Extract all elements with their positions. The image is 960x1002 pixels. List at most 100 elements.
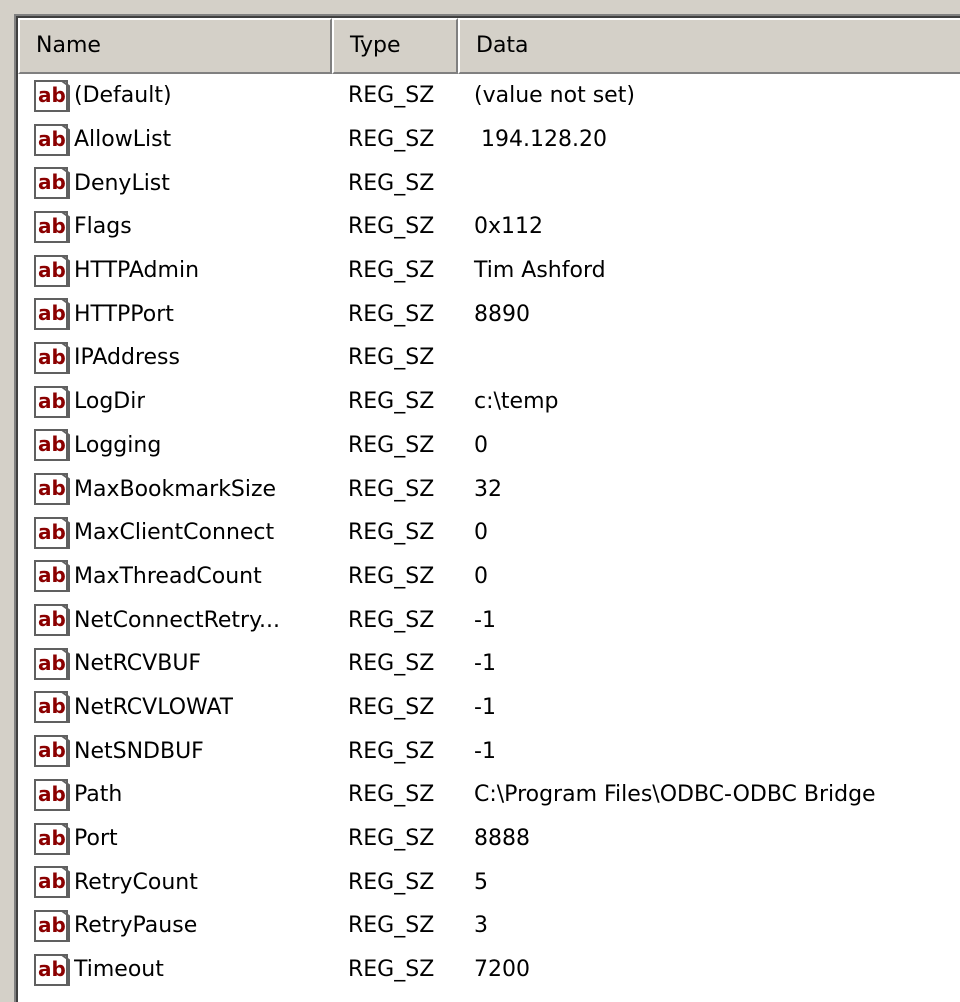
list-item[interactable]: ab NetSNDBUF REG_SZ -1 bbox=[18, 729, 960, 773]
svg-text:ab: ab bbox=[38, 607, 66, 631]
value-name-cell[interactable]: ab NetConnectRetry... bbox=[18, 604, 332, 637]
value-data: 194.128.20 bbox=[474, 127, 607, 153]
value-name: MaxThreadCount bbox=[74, 563, 262, 589]
column-header-data[interactable]: Data bbox=[458, 18, 960, 74]
value-name: LogDir bbox=[74, 389, 146, 415]
string-value-ab-icon: ab bbox=[34, 341, 70, 374]
value-name: NetRCVBUF bbox=[74, 651, 202, 677]
value-type: REG_SZ bbox=[348, 563, 435, 589]
value-data: 0 bbox=[474, 432, 488, 458]
list-item[interactable]: ab NetRCVLOWAT REG_SZ -1 bbox=[18, 686, 960, 730]
list-item[interactable]: ab (Default) REG_SZ (value not set) bbox=[18, 74, 960, 118]
string-value-ab-icon: ab bbox=[34, 560, 70, 593]
value-name: HTTPAdmin bbox=[74, 258, 200, 284]
value-name-cell[interactable]: ab MaxClientConnect bbox=[18, 516, 332, 549]
value-name-cell[interactable]: ab Timeout bbox=[18, 953, 332, 986]
value-name-cell[interactable]: ab NetSNDBUF bbox=[18, 735, 332, 768]
string-value-ab-icon: ab bbox=[34, 298, 70, 331]
value-name-cell[interactable]: ab Port bbox=[18, 822, 332, 855]
svg-text:ab: ab bbox=[38, 170, 66, 194]
value-name-cell[interactable]: ab MaxBookmarkSize bbox=[18, 473, 332, 506]
list-item[interactable]: ab DenyList REG_SZ bbox=[18, 161, 960, 205]
string-value-ab-icon: ab bbox=[34, 953, 70, 986]
value-data: 32 bbox=[474, 476, 502, 502]
list-item[interactable]: ab HTTPPort REG_SZ 8890 bbox=[18, 292, 960, 336]
list-item[interactable]: ab Port REG_SZ 8888 bbox=[18, 817, 960, 861]
svg-text:ab: ab bbox=[38, 476, 66, 500]
value-type: REG_SZ bbox=[348, 520, 435, 546]
list-item[interactable]: ab NetRCVBUF REG_SZ -1 bbox=[18, 642, 960, 686]
list-item[interactable]: ab HTTPAdmin REG_SZ Tim Ashford bbox=[18, 249, 960, 293]
value-name-cell[interactable]: ab RetryPause bbox=[18, 909, 332, 942]
value-name: Flags bbox=[74, 214, 132, 240]
svg-text:ab: ab bbox=[38, 301, 66, 325]
value-data: (value not set) bbox=[474, 83, 635, 109]
value-name-cell[interactable]: ab IPAddress bbox=[18, 341, 332, 374]
value-name-cell[interactable]: ab Logging bbox=[18, 429, 332, 462]
list-item[interactable]: ab Flags REG_SZ 0x112 bbox=[18, 205, 960, 249]
list-item[interactable]: ab MaxBookmarkSize REG_SZ 32 bbox=[18, 467, 960, 511]
value-name-cell[interactable]: ab AllowList bbox=[18, 123, 332, 156]
list-item[interactable]: ab LogDir REG_SZ c:\temp bbox=[18, 380, 960, 424]
column-header-type[interactable]: Type bbox=[332, 18, 458, 74]
value-name-cell[interactable]: ab Path bbox=[18, 778, 332, 811]
list-item[interactable]: ab IPAddress REG_SZ bbox=[18, 336, 960, 380]
value-name: RetryPause bbox=[74, 913, 198, 939]
value-name-cell[interactable]: ab NetRCVBUF bbox=[18, 647, 332, 680]
value-name-cell[interactable]: ab (Default) bbox=[18, 79, 332, 112]
svg-text:ab: ab bbox=[38, 127, 66, 151]
value-name-cell[interactable]: ab HTTPAdmin bbox=[18, 254, 332, 287]
value-name-cell[interactable]: ab HTTPPort bbox=[18, 298, 332, 331]
svg-text:ab: ab bbox=[38, 651, 66, 675]
svg-text:ab: ab bbox=[38, 782, 66, 806]
value-type: REG_SZ bbox=[348, 83, 435, 109]
list-item[interactable]: ab RetryCount REG_SZ 5 bbox=[18, 860, 960, 904]
svg-text:ab: ab bbox=[38, 83, 66, 107]
list-item[interactable]: ab MaxThreadCount REG_SZ 0 bbox=[18, 555, 960, 599]
value-type: REG_SZ bbox=[348, 214, 435, 240]
value-name: NetRCVLOWAT bbox=[74, 694, 234, 720]
value-type: REG_SZ bbox=[348, 170, 435, 196]
value-data: 0x112 bbox=[474, 214, 544, 240]
registry-values-list: Name Type Data ab (Default) REG_SZ (value … bbox=[14, 14, 960, 1002]
value-data: 0 bbox=[474, 563, 488, 589]
value-name-cell[interactable]: ab NetRCVLOWAT bbox=[18, 691, 332, 724]
value-data: -1 bbox=[474, 694, 496, 720]
value-name-cell[interactable]: ab MaxThreadCount bbox=[18, 560, 332, 593]
value-type: REG_SZ bbox=[348, 826, 435, 852]
value-data: -1 bbox=[474, 651, 496, 677]
list-item[interactable]: ab Path REG_SZ C:\Program Files\ODBC-ODBC … bbox=[18, 773, 960, 817]
svg-text:ab: ab bbox=[38, 389, 66, 413]
svg-text:ab: ab bbox=[38, 913, 66, 937]
string-value-ab-icon: ab bbox=[34, 516, 70, 549]
value-name: IPAddress bbox=[74, 345, 180, 371]
value-type: REG_SZ bbox=[348, 345, 435, 371]
string-value-ab-icon: ab bbox=[34, 123, 70, 156]
value-name: MaxBookmarkSize bbox=[74, 476, 277, 502]
value-type: REG_SZ bbox=[348, 258, 435, 284]
svg-text:ab: ab bbox=[38, 432, 66, 456]
column-header-name[interactable]: Name bbox=[18, 18, 332, 74]
value-name-cell[interactable]: ab LogDir bbox=[18, 385, 332, 418]
svg-text:ab: ab bbox=[38, 738, 66, 762]
list-item[interactable]: ab NetConnectRetry... REG_SZ -1 bbox=[18, 598, 960, 642]
value-name-cell[interactable]: ab RetryCount bbox=[18, 866, 332, 899]
value-name: HTTPPort bbox=[74, 301, 174, 327]
string-value-ab-icon: ab bbox=[34, 909, 70, 942]
list-body: ab (Default) REG_SZ (value not set) ab All… bbox=[18, 74, 960, 991]
value-name: Path bbox=[74, 782, 123, 808]
value-name-cell[interactable]: ab DenyList bbox=[18, 167, 332, 200]
value-name: Timeout bbox=[74, 957, 164, 983]
list-item[interactable]: ab MaxClientConnect REG_SZ 0 bbox=[18, 511, 960, 555]
list-item[interactable]: ab RetryPause REG_SZ 3 bbox=[18, 904, 960, 948]
list-item[interactable]: ab Logging REG_SZ 0 bbox=[18, 424, 960, 468]
list-item[interactable]: ab Timeout REG_SZ 7200 bbox=[18, 948, 960, 992]
list-item[interactable]: ab AllowList REG_SZ 194.128.20 bbox=[18, 118, 960, 162]
value-data: 3 bbox=[474, 913, 488, 939]
svg-text:ab: ab bbox=[38, 520, 66, 544]
value-name-cell[interactable]: ab Flags bbox=[18, 210, 332, 243]
value-name: AllowList bbox=[74, 127, 172, 153]
string-value-ab-icon: ab bbox=[34, 866, 70, 899]
value-type: REG_SZ bbox=[348, 651, 435, 677]
value-type: REG_SZ bbox=[348, 607, 435, 633]
